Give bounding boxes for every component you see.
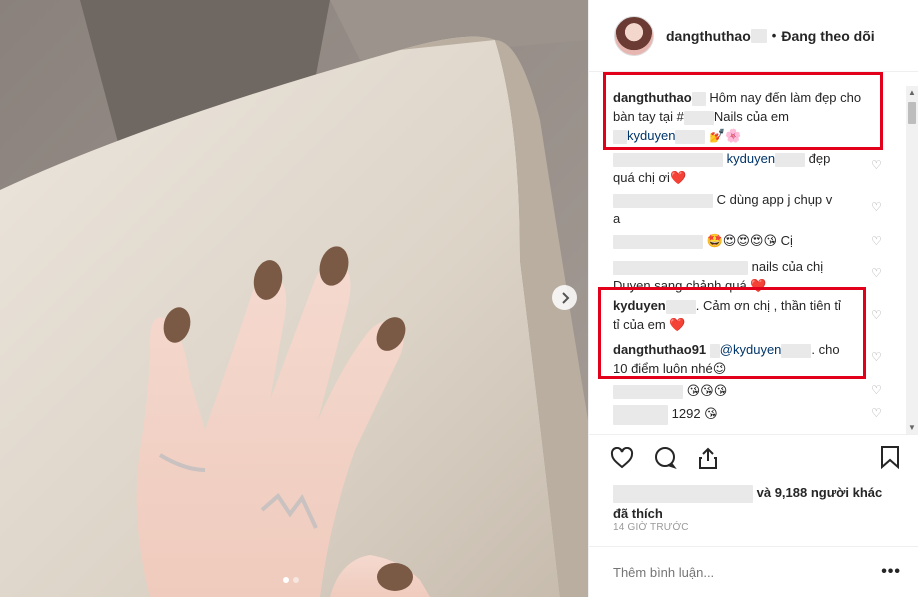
- carousel-dot: [293, 577, 299, 583]
- mention-link[interactable]: kyduyen: [727, 151, 775, 166]
- comments-scrollbar[interactable]: ▲ ▼: [906, 86, 918, 434]
- bookmark-icon: [881, 446, 899, 470]
- comment-button[interactable]: [652, 445, 678, 471]
- highlight-box-caption: [603, 72, 883, 150]
- blurred-username: [613, 404, 668, 425]
- like-comment-heart-icon[interactable]: ♡: [871, 234, 883, 248]
- divider: [589, 434, 918, 435]
- chevron-right-icon: [561, 291, 569, 304]
- blurred-username: [613, 384, 683, 399]
- comment-text: quá chị ơi❤️: [613, 170, 687, 185]
- like-comment-heart-icon[interactable]: ♡: [871, 350, 883, 364]
- highlight-box-replies: [598, 287, 866, 379]
- likes-summary[interactable]: và 9,188 người khác đã thích: [613, 482, 903, 524]
- next-photo-button[interactable]: [552, 285, 577, 310]
- like-button[interactable]: [609, 445, 635, 471]
- post-header: dangthuthao • Đang theo dõi: [589, 0, 918, 72]
- like-comment-heart-icon[interactable]: ♡: [871, 158, 883, 172]
- comment-text: C dùng app j chụp v: [716, 192, 833, 207]
- post-timestamp[interactable]: 14 GIỜ TRƯỚC: [613, 522, 689, 533]
- likes-count[interactable]: và 9,188 người khác: [757, 485, 883, 500]
- header-username[interactable]: dangthuthao: [666, 28, 767, 44]
- comment-item: 🤩😍😍😍😘 Cị: [613, 231, 875, 250]
- comment-text: đẹp: [808, 151, 831, 166]
- carousel-dot-active: [283, 577, 289, 583]
- scroll-up-icon[interactable]: ▲: [908, 88, 916, 97]
- separator: •: [771, 28, 777, 43]
- blurred-text: [775, 152, 806, 167]
- post-sidebar: dangthuthao • Đang theo dõi ▲ ▼ dangthut…: [588, 0, 918, 597]
- comment-bubble-icon: [655, 447, 677, 469]
- scroll-thumb[interactable]: [908, 102, 916, 124]
- save-button[interactable]: [879, 445, 905, 471]
- blurred-username: [613, 152, 723, 167]
- blurred-text: [750, 28, 767, 43]
- scroll-down-icon[interactable]: ▼: [908, 423, 916, 432]
- comment-text: 😘😘😘: [686, 383, 728, 398]
- blurred-username: [613, 234, 703, 249]
- comment-input[interactable]: [613, 564, 882, 580]
- photo-illustration: [0, 0, 588, 597]
- comment-item: 😘😘😘: [613, 381, 875, 400]
- like-comment-heart-icon[interactable]: ♡: [871, 200, 883, 214]
- comment-text: 1292 😘: [671, 406, 718, 421]
- instagram-post-view: dangthuthao • Đang theo dõi ▲ ▼ dangthut…: [0, 0, 918, 597]
- follow-status-button[interactable]: Đang theo dõi: [781, 28, 874, 44]
- comment-text: a: [613, 211, 621, 226]
- heart-icon: [610, 447, 634, 469]
- action-bar: [609, 445, 721, 471]
- comment-item: C dùng app j chụp v a: [613, 190, 875, 228]
- like-comment-heart-icon[interactable]: ♡: [871, 406, 883, 420]
- share-button[interactable]: [695, 445, 721, 471]
- post-photo: [0, 0, 588, 597]
- likes-label: đã thích: [613, 506, 663, 521]
- blurred-likers: [613, 484, 753, 503]
- more-options-icon[interactable]: •••: [881, 563, 901, 581]
- comment-text: nails của chị: [751, 259, 824, 274]
- like-comment-heart-icon[interactable]: ♡: [871, 308, 883, 322]
- avatar[interactable]: [614, 15, 654, 56]
- like-comment-heart-icon[interactable]: ♡: [871, 383, 883, 397]
- like-comment-heart-icon[interactable]: ♡: [871, 266, 883, 280]
- add-comment-bar: •••: [589, 546, 918, 597]
- comment-item: 1292 😘: [613, 404, 875, 425]
- username-text[interactable]: dangthuthao: [666, 28, 751, 44]
- carousel-indicator: [283, 577, 299, 583]
- share-icon: [699, 447, 717, 469]
- comment-item: kyduyen đẹp quá chị ơi❤️: [613, 149, 875, 187]
- blurred-username: [613, 260, 748, 275]
- blurred-username: [613, 193, 713, 208]
- comment-text: 🤩😍😍😍😘 Cị: [706, 233, 793, 248]
